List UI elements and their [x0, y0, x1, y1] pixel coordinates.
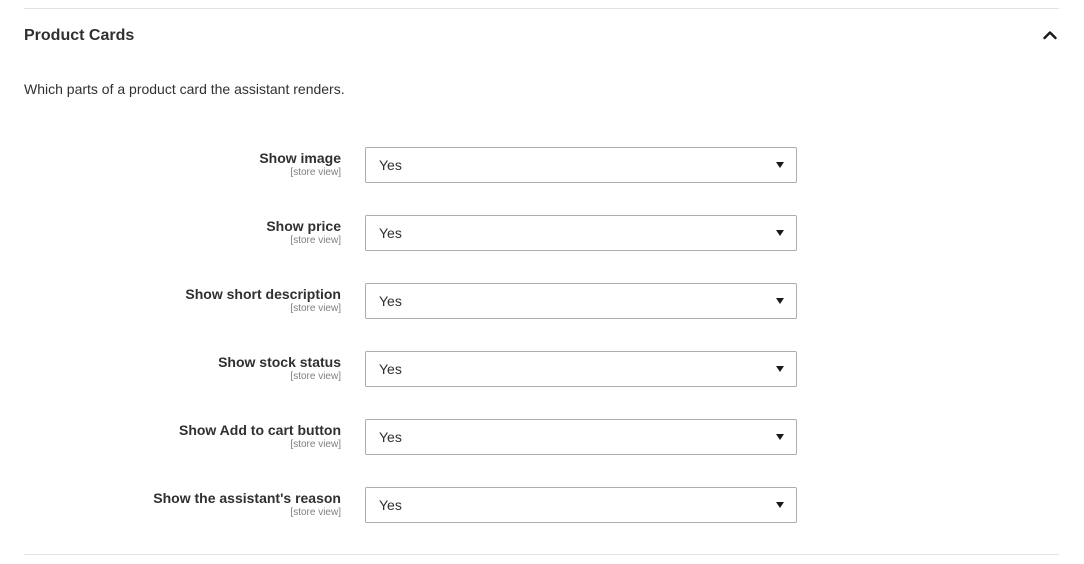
select-value: Yes	[379, 361, 402, 377]
field-label-wrap: Show Add to cart button [store view]	[0, 422, 341, 451]
section-title: Product Cards	[24, 27, 135, 44]
config-page: Product Cards Which parts of a product c…	[0, 0, 1084, 564]
section-header-product-cards[interactable]: Product Cards	[24, 9, 1059, 64]
dropdown-arrow-icon	[776, 502, 784, 508]
field-label: Show short description	[185, 286, 341, 302]
show-assistant-reason-select[interactable]: Yes	[365, 487, 797, 523]
show-short-description-select[interactable]: Yes	[365, 283, 797, 319]
field-label: Show image	[259, 150, 341, 166]
dropdown-arrow-icon	[776, 298, 784, 304]
section-description: Which parts of a product card the assist…	[24, 81, 345, 97]
field-scope: [store view]	[290, 371, 341, 382]
field-scope: [store view]	[290, 439, 341, 450]
field-row-show-short-description: Show short description [store view] Yes	[0, 283, 1084, 351]
field-label-wrap: Show short description [store view]	[0, 286, 341, 315]
field-row-show-assistant-reason: Show the assistant's reason [store view]…	[0, 487, 1084, 555]
field-label: Show stock status	[218, 354, 341, 370]
field-label-wrap: Show stock status [store view]	[0, 354, 341, 383]
dropdown-arrow-icon	[776, 230, 784, 236]
field-label: Show price	[266, 218, 341, 234]
field-row-show-add-to-cart-button: Show Add to cart button [store view] Yes	[0, 419, 1084, 487]
show-image-select[interactable]: Yes	[365, 147, 797, 183]
bottom-divider	[24, 554, 1059, 555]
show-price-select[interactable]: Yes	[365, 215, 797, 251]
chevron-up-icon[interactable]	[1043, 30, 1057, 40]
show-stock-status-select[interactable]: Yes	[365, 351, 797, 387]
field-label-wrap: Show image [store view]	[0, 150, 341, 179]
field-label-wrap: Show price [store view]	[0, 218, 341, 247]
field-label-wrap: Show the assistant's reason [store view]	[0, 490, 341, 519]
select-value: Yes	[379, 497, 402, 513]
field-scope: [store view]	[290, 303, 341, 314]
show-add-to-cart-button-select[interactable]: Yes	[365, 419, 797, 455]
dropdown-arrow-icon	[776, 366, 784, 372]
field-label: Show Add to cart button	[178, 422, 341, 438]
field-row-show-stock-status: Show stock status [store view] Yes	[0, 351, 1084, 419]
field-scope: [store view]	[290, 507, 341, 518]
field-scope: [store view]	[290, 235, 341, 246]
dropdown-arrow-icon	[776, 162, 784, 168]
select-value: Yes	[379, 157, 402, 173]
field-scope: [store view]	[290, 167, 341, 178]
field-row-show-image: Show image [store view] Yes	[0, 147, 1084, 215]
select-value: Yes	[379, 429, 402, 445]
field-label: Show the assistant's reason	[153, 490, 341, 506]
field-list: Show image [store view] Yes Show price […	[0, 147, 1084, 555]
dropdown-arrow-icon	[776, 434, 784, 440]
select-value: Yes	[379, 293, 402, 309]
field-row-show-price: Show price [store view] Yes	[0, 215, 1084, 283]
select-value: Yes	[379, 225, 402, 241]
